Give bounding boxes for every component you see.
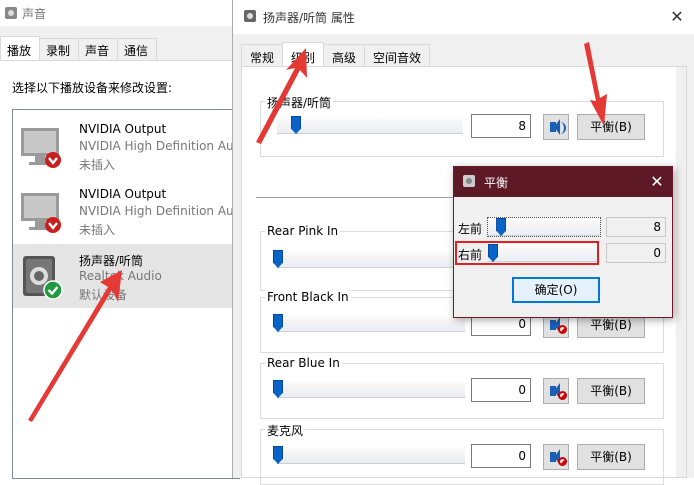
tab-general[interactable]: 常规 <box>241 44 284 66</box>
slider-thumb[interactable] <box>273 314 283 332</box>
slider-thumb[interactable] <box>291 116 301 134</box>
left-front-slider[interactable] <box>487 217 601 237</box>
sound-window-title: 声音 <box>22 6 47 21</box>
monitor-icon <box>19 189 67 237</box>
balance-button[interactable]: 平衡(B) <box>577 378 645 404</box>
speaker-device-icon <box>19 254 67 302</box>
device-status: 默认设备 <box>79 288 128 302</box>
volume-slider[interactable] <box>273 314 465 332</box>
channel-label: 麦克风 <box>265 422 306 439</box>
sound-tabs: 播放 录制 声音 通信 <box>0 36 158 60</box>
speaker-app-icon <box>243 9 257 26</box>
sound-titlebar: 声音 <box>0 0 240 26</box>
tab-advanced[interactable]: 高级 <box>323 44 366 66</box>
tab-playback[interactable]: 播放 <box>0 36 41 60</box>
volume-input[interactable]: 8 <box>471 114 531 138</box>
device-name: NVIDIA Output <box>79 187 167 201</box>
volume-slider[interactable] <box>273 380 465 398</box>
slider-thumb[interactable] <box>273 250 283 268</box>
balance-button[interactable]: 平衡(B) <box>577 444 645 470</box>
tab-spatial-sound[interactable]: 空间音效 <box>364 44 431 66</box>
instruction-text: 选择以下播放设备来修改设置: <box>12 81 173 95</box>
close-icon[interactable]: ✕ <box>648 173 666 191</box>
annotation-highlight-box <box>455 241 599 265</box>
slider-thumb[interactable] <box>273 380 283 398</box>
speaker-muted-icon <box>550 317 560 333</box>
device-item-selected[interactable]: 扬声器/听筒 Realtek Audio 默认设备 <box>13 244 241 308</box>
speaker-mute-button[interactable] <box>543 114 569 140</box>
left-front-value[interactable]: 8 <box>606 217 666 237</box>
channel-label: Front Black In <box>265 290 351 304</box>
channel-label: 扬声器/听筒 <box>265 94 334 111</box>
properties-titlebar: 扬声器/听筒 属性 ✕ <box>233 0 694 34</box>
slider-thumb[interactable] <box>273 446 283 464</box>
device-item[interactable]: NVIDIA Output NVIDIA High Definition Aud… <box>13 114 252 178</box>
slider-thumb[interactable] <box>496 218 507 236</box>
right-front-value[interactable]: 0 <box>606 243 666 263</box>
speaker-app-icon <box>462 174 476 191</box>
speaker-muted-icon <box>550 383 560 399</box>
close-icon[interactable]: ✕ <box>668 8 686 26</box>
left-front-label: 左前 <box>458 222 483 236</box>
balance-title: 平衡 <box>484 175 509 190</box>
device-description: NVIDIA High Definition Audio <box>79 204 252 218</box>
device-description: Realtek Audio <box>79 269 162 283</box>
volume-input[interactable]: 0 <box>471 378 531 402</box>
speaker-muted-button[interactable] <box>543 444 569 470</box>
volume-slider[interactable] <box>273 250 465 268</box>
device-name: 扬声器/听筒 <box>79 254 144 268</box>
ok-button[interactable]: 确定(O) <box>512 277 600 303</box>
sound-window: 声音 播放 录制 声音 通信 选择以下播放设备来修改设置: NVIDIA Out… <box>0 0 252 479</box>
properties-title: 扬声器/听筒 属性 <box>263 10 355 25</box>
scrollbar[interactable] <box>676 67 686 477</box>
volume-input[interactable]: 0 <box>471 444 531 468</box>
speaker-icon <box>550 119 560 135</box>
volume-slider[interactable] <box>277 116 463 134</box>
tab-communications[interactable]: 通信 <box>117 38 158 60</box>
monitor-icon <box>19 124 67 172</box>
volume-slider[interactable] <box>273 446 465 464</box>
device-name: NVIDIA Output <box>79 122 167 136</box>
channel-label: Rear Pink In <box>265 224 341 238</box>
properties-tabs: 常规 级别 高级 空间音效 <box>241 42 431 66</box>
speaker-muted-icon <box>550 449 560 465</box>
device-list: NVIDIA Output NVIDIA High Definition Aud… <box>12 109 252 479</box>
tab-recording[interactable]: 录制 <box>39 38 80 60</box>
balance-button[interactable]: 平衡(B) <box>577 114 645 140</box>
speaker-muted-button[interactable] <box>543 378 569 404</box>
device-status: 未插入 <box>79 158 116 172</box>
speaker-app-icon <box>4 6 18 20</box>
tab-levels[interactable]: 级别 <box>282 42 325 66</box>
channel-label: Rear Blue In <box>265 356 342 370</box>
tab-sounds[interactable]: 声音 <box>78 38 119 60</box>
channel-group-microphone: 麦克风 0 平衡(B) <box>260 422 664 485</box>
left-front-row: 左前 8 <box>454 215 672 239</box>
playback-panel: 选择以下播放设备来修改设置: NVIDIA Output NVIDIA High… <box>0 60 252 479</box>
device-status: 未插入 <box>79 223 116 237</box>
main-channel-group: 扬声器/听筒 8 平衡(B) <box>260 94 664 157</box>
channel-group-rear-blue: Rear Blue In 0 平衡(B) <box>260 356 664 419</box>
balance-titlebar: 平衡 ✕ <box>454 167 672 197</box>
device-item[interactable]: NVIDIA Output NVIDIA High Definition Aud… <box>13 179 252 243</box>
device-description: NVIDIA High Definition Audio <box>79 139 252 153</box>
